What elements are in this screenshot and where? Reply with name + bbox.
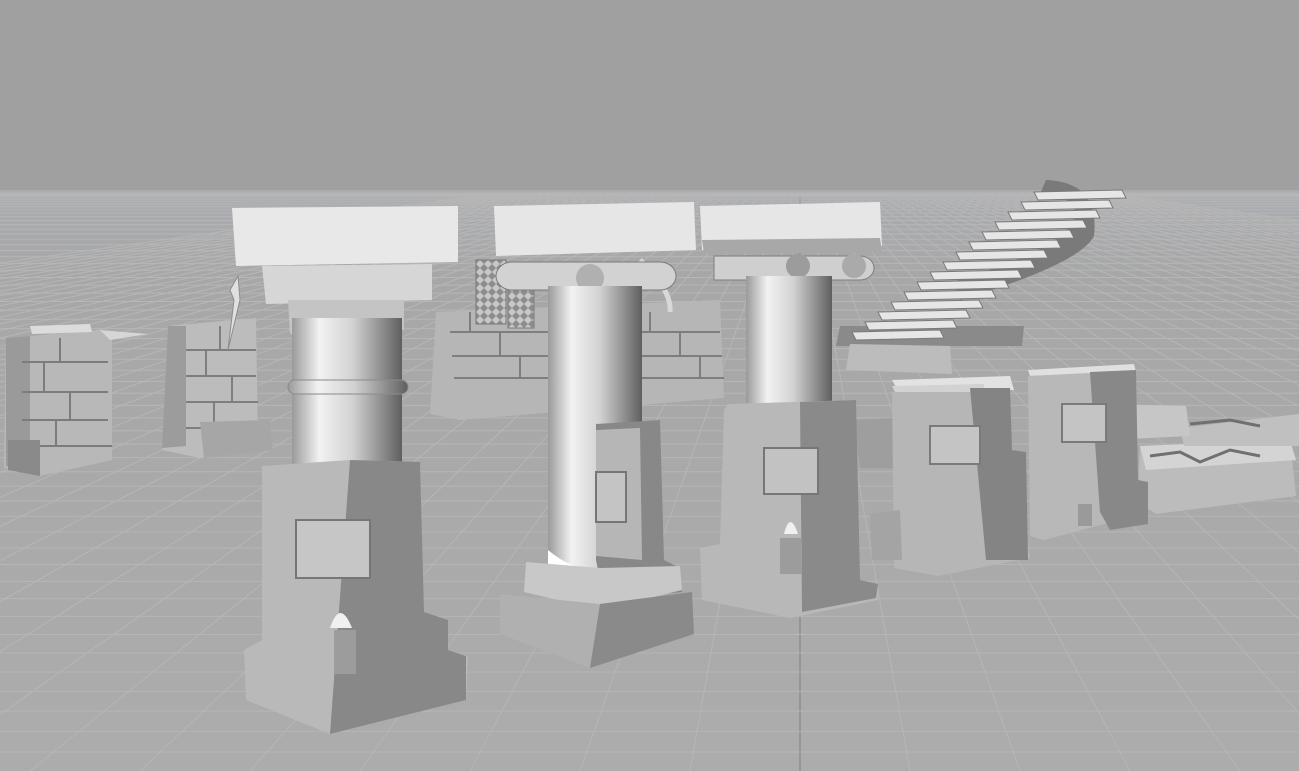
viewport-canvas[interactable] bbox=[0, 0, 1299, 771]
stair-step bbox=[955, 249, 1049, 261]
ruined-pillar-ionic-short[interactable] bbox=[700, 202, 882, 618]
stair-step bbox=[877, 309, 971, 321]
stair-step bbox=[903, 289, 997, 301]
stair-step bbox=[929, 269, 1023, 281]
stair-step bbox=[890, 299, 984, 311]
stair-step bbox=[968, 239, 1062, 251]
stair-step bbox=[981, 229, 1075, 241]
stair-step bbox=[1033, 189, 1127, 201]
stair-step bbox=[864, 319, 958, 331]
stair-step bbox=[851, 329, 945, 341]
stair-step bbox=[994, 219, 1088, 231]
stair-step bbox=[1007, 209, 1101, 221]
3d-viewport[interactable] bbox=[0, 0, 1299, 771]
stair-step bbox=[1020, 199, 1114, 211]
stair-step bbox=[942, 259, 1036, 271]
stair-step bbox=[916, 279, 1010, 291]
broken-pillar-base-right-b[interactable] bbox=[1028, 364, 1148, 540]
viewport-background bbox=[0, 0, 1299, 193]
